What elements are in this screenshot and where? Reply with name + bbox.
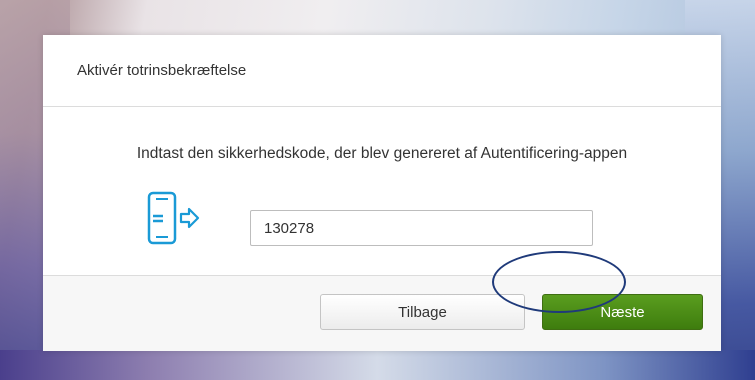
instruction-text: Indtast den sikkerhedskode, der blev gen… (136, 145, 628, 162)
next-button[interactable]: Næste (542, 294, 703, 330)
dialog-title: Aktivér totrinsbekræftelse (77, 62, 247, 79)
two-step-verification-dialog: Aktivér totrinsbekræftelse Indtast den s… (43, 35, 721, 351)
background-bottom-decoration (0, 350, 755, 380)
dialog-header: Aktivér totrinsbekræftelse (43, 35, 721, 107)
dialog-footer: Tilbage Næste (43, 275, 721, 351)
back-button[interactable]: Tilbage (320, 294, 525, 330)
phone-arrow-icon (147, 191, 200, 245)
security-code-input[interactable] (250, 210, 593, 246)
